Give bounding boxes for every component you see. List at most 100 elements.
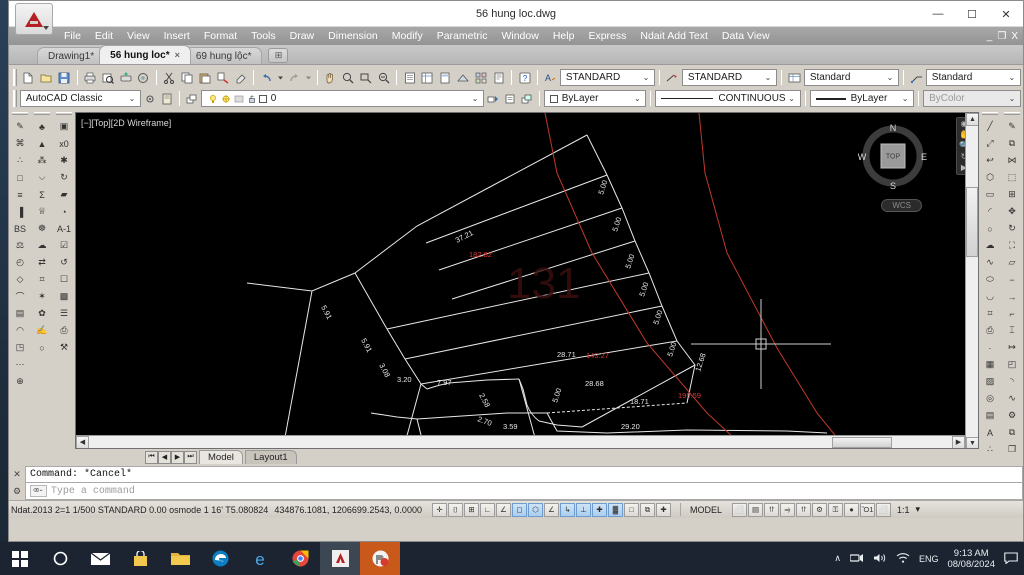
lineweight-combo[interactable]: ByLayer ⌄ — [809, 90, 915, 107]
dim-style-combo[interactable]: STANDARD ⌄ — [681, 69, 777, 86]
snap-mode[interactable]: ⌷ — [447, 502, 463, 517]
annotation-scale-icon[interactable]: ⥣ — [763, 502, 779, 517]
menu-item-help[interactable]: Help — [546, 27, 582, 45]
table-icon[interactable]: ▤ — [981, 407, 999, 424]
mail-icon[interactable] — [80, 542, 120, 575]
toolbar-grip[interactable] — [982, 112, 998, 116]
plot-preview-icon[interactable] — [99, 69, 116, 86]
close-icon[interactable]: ✕ — [13, 469, 21, 480]
coordinate-display[interactable]: 434876.1081, 1206699.2543, 0.0000 — [274, 505, 422, 515]
ndat-scale-icon[interactable]: ⚖ — [11, 237, 29, 254]
menu-item-parametric[interactable]: Parametric — [430, 27, 495, 45]
ndat-import-icon[interactable]: ⌘ — [11, 135, 29, 152]
open-icon[interactable] — [38, 69, 55, 86]
ndat-tool-c-icon[interactable]: ⁂ — [33, 152, 51, 169]
model-tab-nav-2[interactable]: ▶ — [171, 450, 184, 464]
ndat-round-icon[interactable]: ○ — [33, 339, 51, 356]
command-input-row[interactable]: ⌫- Type a command — [25, 483, 1023, 500]
gradient-icon[interactable]: ▨ — [981, 373, 999, 390]
clean-screen-icon[interactable]: ⬜ — [875, 502, 891, 517]
application-menu-button[interactable] — [15, 3, 53, 35]
ellipse-arc-icon[interactable]: ◡ — [981, 288, 999, 305]
polyline-icon[interactable]: ↩ — [981, 152, 999, 169]
ndat-globe-icon[interactable]: ⊕ — [11, 373, 29, 390]
layout-icon[interactable]: ▤ — [747, 502, 763, 517]
ndat-mesh-icon[interactable]: ⌗ — [33, 271, 51, 288]
menu-item-tools[interactable]: Tools — [244, 27, 283, 45]
mleader-style-combo[interactable]: Standard ⌄ — [925, 69, 1021, 86]
view-refresh-icon[interactable]: ↺ — [55, 254, 73, 271]
ndat-red-icon[interactable]: ✿ — [33, 305, 51, 322]
view-cube[interactable]: TOP N S E W — [856, 119, 930, 193]
document-tab[interactable]: 69 hung lộc* — [184, 47, 263, 64]
wifi-icon[interactable] — [896, 552, 910, 566]
view-green-icon[interactable]: ☑ — [55, 237, 73, 254]
zoom-previous-icon[interactable] — [375, 69, 392, 86]
pan-icon[interactable] — [322, 69, 339, 86]
model-tab-nav-1[interactable]: ◀ — [158, 450, 171, 464]
store-icon[interactable] — [120, 542, 160, 575]
ndat-slope-icon[interactable]: ◳ — [11, 339, 29, 356]
color-combo[interactable]: ByLayer ⌄ — [543, 90, 647, 107]
menu-item-express[interactable]: Express — [581, 27, 633, 45]
internet-explorer-icon[interactable]: e — [240, 542, 280, 575]
model-tab-layout1[interactable]: Layout1 — [244, 450, 297, 464]
edge-icon[interactable] — [200, 542, 240, 575]
layer-group-icon[interactable]: ⧉ — [1003, 424, 1021, 441]
mdi-minimize-button[interactable]: _ — [987, 31, 993, 42]
chevron-down-icon[interactable]: ⌄ — [469, 94, 481, 103]
workspace-switch-icon[interactable]: ⚙ — [811, 502, 827, 517]
grid-display[interactable]: ⊞ — [463, 502, 479, 517]
minimize-button[interactable]: — — [921, 1, 955, 27]
model-viewport[interactable]: [−][Top][2D Wireframe] 131 37.21 182.82 … — [75, 112, 979, 449]
sheet-set-icon[interactable] — [455, 69, 472, 86]
layer-combo[interactable]: 0 ⌄ — [200, 90, 485, 107]
toolbar-grip[interactable] — [56, 112, 72, 116]
help-icon[interactable]: ? — [516, 69, 533, 86]
menu-item-file[interactable]: File — [57, 27, 88, 45]
annotation-scale-value[interactable]: 1:1 — [897, 505, 910, 515]
fillet-icon[interactable]: ◝ — [1003, 373, 1021, 390]
menu-item-window[interactable]: Window — [494, 27, 545, 45]
tray-expand-chevron-icon[interactable]: ∧ — [834, 553, 841, 564]
layer-state-icon[interactable] — [502, 90, 518, 107]
horizontal-scrollbar[interactable]: ◀ ▶ — [76, 435, 965, 448]
save-icon[interactable] — [56, 69, 73, 86]
ndat-bs-icon[interactable]: BS — [11, 220, 29, 237]
designcenter-icon[interactable] — [419, 69, 436, 86]
match-prop-icon[interactable]: ✎ — [1003, 118, 1021, 135]
model-tab-model[interactable]: Model — [199, 450, 243, 464]
menu-item-draw[interactable]: Draw — [283, 27, 322, 45]
menu-item-modify[interactable]: Modify — [385, 27, 430, 45]
clock[interactable]: 9:13 AM 08/08/2024 — [947, 548, 995, 570]
hardware-accel-icon[interactable]: ● — [843, 502, 859, 517]
stretch-icon[interactable]: ▱ — [1003, 254, 1021, 271]
view-person-icon[interactable]: ✱ — [55, 152, 73, 169]
scroll-up-arrow[interactable]: ▲ — [966, 113, 978, 126]
annotation-scale-arrow[interactable]: ▾ — [916, 504, 921, 515]
chamfer-icon[interactable]: ◰ — [1003, 356, 1021, 373]
mleader-style-icon[interactable] — [908, 69, 925, 86]
auto-scale-icon[interactable]: ⥣ — [795, 502, 811, 517]
ndat-circle-icon[interactable]: ◴ — [11, 254, 29, 271]
ndat-hatch-icon[interactable]: ▐ — [11, 203, 29, 220]
ndat-settings-icon[interactable]: ✎ — [11, 118, 29, 135]
model-tab-nav-3[interactable]: ⏭ — [184, 450, 197, 464]
match-properties-icon[interactable] — [214, 69, 231, 86]
view-search-icon[interactable]: ▩ — [55, 288, 73, 305]
menu-item-edit[interactable]: Edit — [88, 27, 120, 45]
language-indicator[interactable]: ENG — [919, 554, 939, 564]
ndat-label-icon[interactable]: □ — [11, 169, 29, 186]
workspace-settings-icon[interactable] — [142, 90, 158, 107]
array-icon[interactable]: ⊞ — [1003, 186, 1021, 203]
chevron-down-icon[interactable]: ⌄ — [762, 73, 774, 82]
circle-icon[interactable]: ○ — [981, 220, 999, 237]
make-block-icon[interactable]: ⎙ — [981, 322, 999, 339]
scale-icon[interactable]: ⛶ — [1003, 237, 1021, 254]
workspace-combo[interactable]: AutoCAD Classic ⌄ — [19, 90, 141, 107]
scroll-down-arrow[interactable]: ▼ — [966, 437, 978, 448]
table-style-icon[interactable] — [786, 69, 803, 86]
infer-constraints[interactable]: ✛ — [431, 502, 447, 517]
offset-icon[interactable]: ⬚ — [1003, 169, 1021, 186]
undo-dropdown-icon[interactable] — [276, 69, 285, 86]
